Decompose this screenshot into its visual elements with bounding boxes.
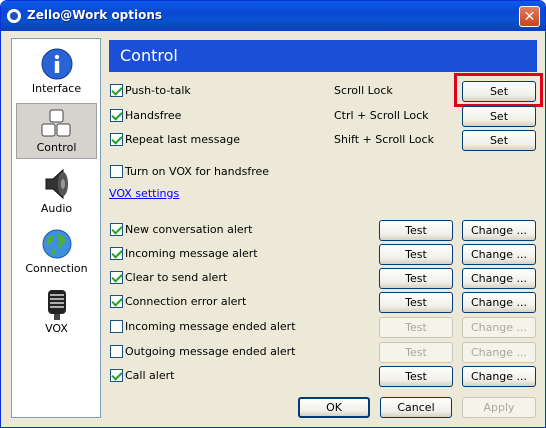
- connection-error-alert-change-button[interactable]: Change ...: [462, 292, 536, 313]
- microphone-icon: [47, 290, 66, 320]
- outgoing-message-ended-alert-test-button[interactable]: Test: [379, 342, 453, 363]
- call-alert-checkbox[interactable]: [110, 369, 123, 382]
- repeat-last-message-label: Repeat last message: [125, 133, 240, 146]
- clear-to-send-alert-label: Clear to send alert: [125, 271, 228, 284]
- call-alert-test-button[interactable]: Test: [379, 366, 453, 387]
- cancel-button[interactable]: Cancel: [380, 397, 452, 418]
- title-bar[interactable]: Zello@Work options ✕: [1, 1, 545, 31]
- incoming-message-ended-alert-label: Incoming message ended alert: [125, 320, 296, 333]
- repeat-last-message-set-button[interactable]: Set: [462, 130, 536, 151]
- new-conversation-alert-test-button[interactable]: Test: [379, 220, 453, 241]
- handsfree-key: Ctrl + Scroll Lock: [334, 109, 429, 122]
- info-icon: [41, 48, 72, 80]
- outgoing-message-ended-alert-change-button[interactable]: Change ...: [462, 342, 536, 363]
- zello-app-icon: [7, 9, 21, 23]
- handsfree-label: Handsfree: [125, 109, 182, 122]
- sidebar-item-audio[interactable]: Audio: [16, 163, 97, 219]
- sidebar-item-label: Connection: [25, 262, 88, 275]
- incoming-message-alert-change-button[interactable]: Change ...: [462, 244, 536, 265]
- vox-settings-link[interactable]: VOX settings: [109, 187, 179, 200]
- speaker-icon: [45, 168, 68, 200]
- new-conversation-alert-label: New conversation alert: [125, 223, 253, 236]
- sidebar-item-label: Audio: [40, 202, 73, 215]
- call-alert-change-button[interactable]: Change ...: [462, 366, 536, 387]
- incoming-message-ended-alert-change-button[interactable]: Change ...: [462, 317, 536, 338]
- clear-to-send-alert-change-button[interactable]: Change ...: [462, 268, 536, 289]
- sidebar-item-control[interactable]: Control: [16, 103, 97, 159]
- highlight-box: [454, 73, 543, 107]
- connection-error-alert-checkbox[interactable]: [110, 295, 123, 308]
- vox-handsfree-checkbox[interactable]: [110, 165, 123, 178]
- incoming-message-ended-alert-checkbox[interactable]: [110, 320, 123, 333]
- outgoing-message-ended-alert-label: Outgoing message ended alert: [125, 345, 296, 358]
- push-to-talk-key: Scroll Lock: [334, 84, 393, 97]
- push-to-talk-checkbox[interactable]: [110, 84, 123, 97]
- sidebar-item-connection[interactable]: Connection: [16, 223, 97, 279]
- call-alert-label: Call alert: [125, 369, 175, 382]
- new-conversation-alert-change-button[interactable]: Change ...: [462, 220, 536, 241]
- new-conversation-alert-checkbox[interactable]: [110, 223, 123, 236]
- incoming-message-alert-checkbox[interactable]: [110, 247, 123, 260]
- close-button[interactable]: ✕: [519, 6, 540, 27]
- keyboard-keys-icon: [41, 109, 70, 137]
- incoming-message-alert-label: Incoming message alert: [125, 247, 258, 260]
- globe-icon: [42, 229, 71, 259]
- sidebar-item-label: Control: [36, 141, 77, 154]
- category-sidebar: Interface Control Audio Connection VOX: [11, 38, 101, 418]
- sidebar-item-vox[interactable]: VOX: [16, 283, 97, 339]
- page-title: Control: [109, 40, 537, 72]
- vox-handsfree-label: Turn on VOX for handsfree: [125, 165, 270, 178]
- connection-error-alert-label: Connection error alert: [125, 295, 247, 308]
- clear-to-send-alert-checkbox[interactable]: [110, 271, 123, 284]
- connection-error-alert-test-button[interactable]: Test: [379, 292, 453, 313]
- sidebar-item-label: Interface: [31, 82, 82, 95]
- clear-to-send-alert-test-button[interactable]: Test: [379, 268, 453, 289]
- repeat-last-message-key: Shift + Scroll Lock: [334, 133, 434, 146]
- outgoing-message-ended-alert-checkbox[interactable]: [110, 345, 123, 358]
- options-window: Zello@Work options ✕ Interface Control A…: [0, 0, 546, 428]
- window-title: Zello@Work options: [27, 8, 163, 22]
- sidebar-item-interface[interactable]: Interface: [16, 43, 97, 99]
- repeat-last-message-checkbox[interactable]: [110, 133, 123, 146]
- handsfree-checkbox[interactable]: [110, 109, 123, 122]
- sidebar-item-label: VOX: [45, 322, 68, 335]
- incoming-message-alert-test-button[interactable]: Test: [379, 244, 453, 265]
- handsfree-set-button[interactable]: Set: [462, 106, 536, 127]
- apply-button[interactable]: Apply: [462, 397, 536, 418]
- ok-button[interactable]: OK: [298, 397, 370, 418]
- incoming-message-ended-alert-test-button[interactable]: Test: [379, 317, 453, 338]
- push-to-talk-label: Push-to-talk: [125, 84, 191, 97]
